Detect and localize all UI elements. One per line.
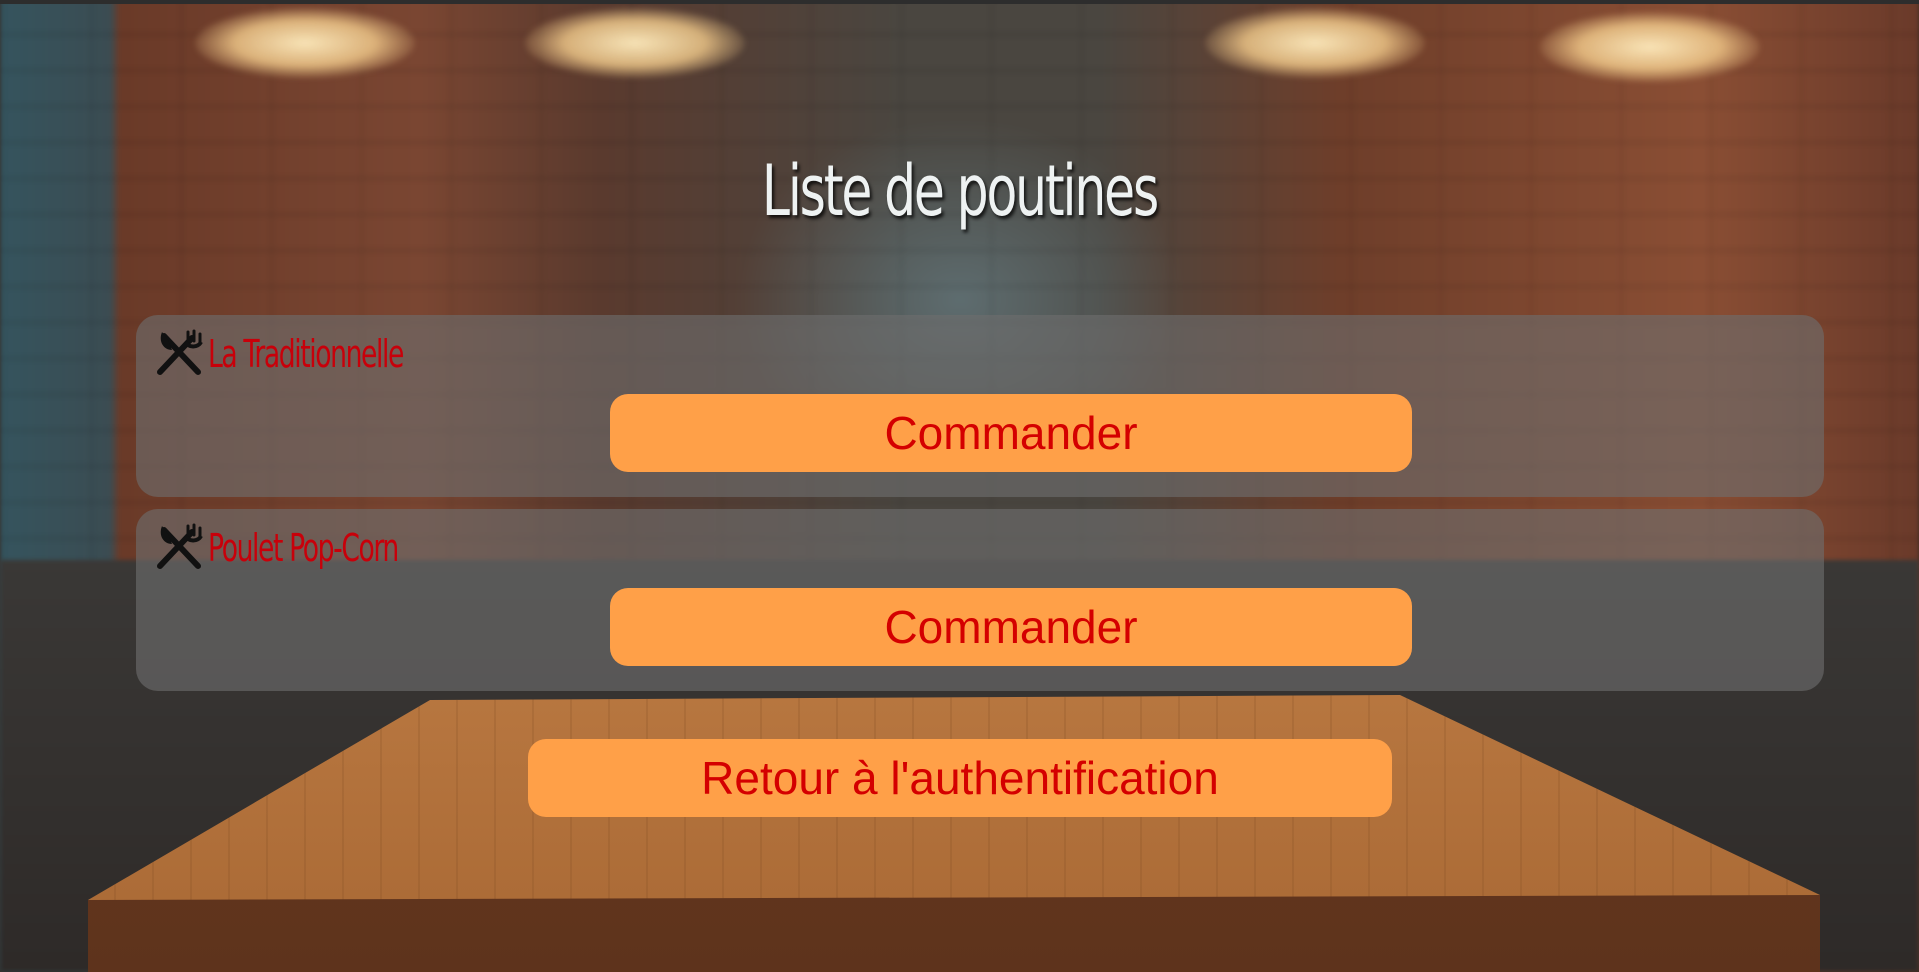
back-to-auth-button[interactable]: Retour à l'authentification <box>528 739 1392 817</box>
poutine-card: La Traditionnelle Commander <box>136 315 1824 497</box>
ceiling-lamp <box>195 8 415 78</box>
page-root: Liste de poutines La Traditionnelle Comm… <box>0 0 1919 972</box>
ceiling-lamp <box>1205 8 1425 78</box>
order-button[interactable]: Commander <box>610 394 1412 472</box>
poutine-name: La Traditionnelle <box>208 332 404 376</box>
page-title: Liste de poutines <box>761 150 1159 232</box>
order-button[interactable]: Commander <box>610 588 1412 666</box>
poutine-card-header: La Traditionnelle <box>154 329 487 379</box>
utensils-icon <box>154 522 206 574</box>
utensils-icon <box>154 328 206 380</box>
poutine-card-header: Poulet Pop-Corn <box>154 523 479 573</box>
poutine-name: Poulet Pop-Corn <box>208 526 399 570</box>
poutine-card: Poulet Pop-Corn Commander <box>136 509 1824 691</box>
ceiling-lamp <box>1540 12 1760 82</box>
ceiling-lamp <box>525 8 745 78</box>
window-top-border <box>0 0 1919 4</box>
